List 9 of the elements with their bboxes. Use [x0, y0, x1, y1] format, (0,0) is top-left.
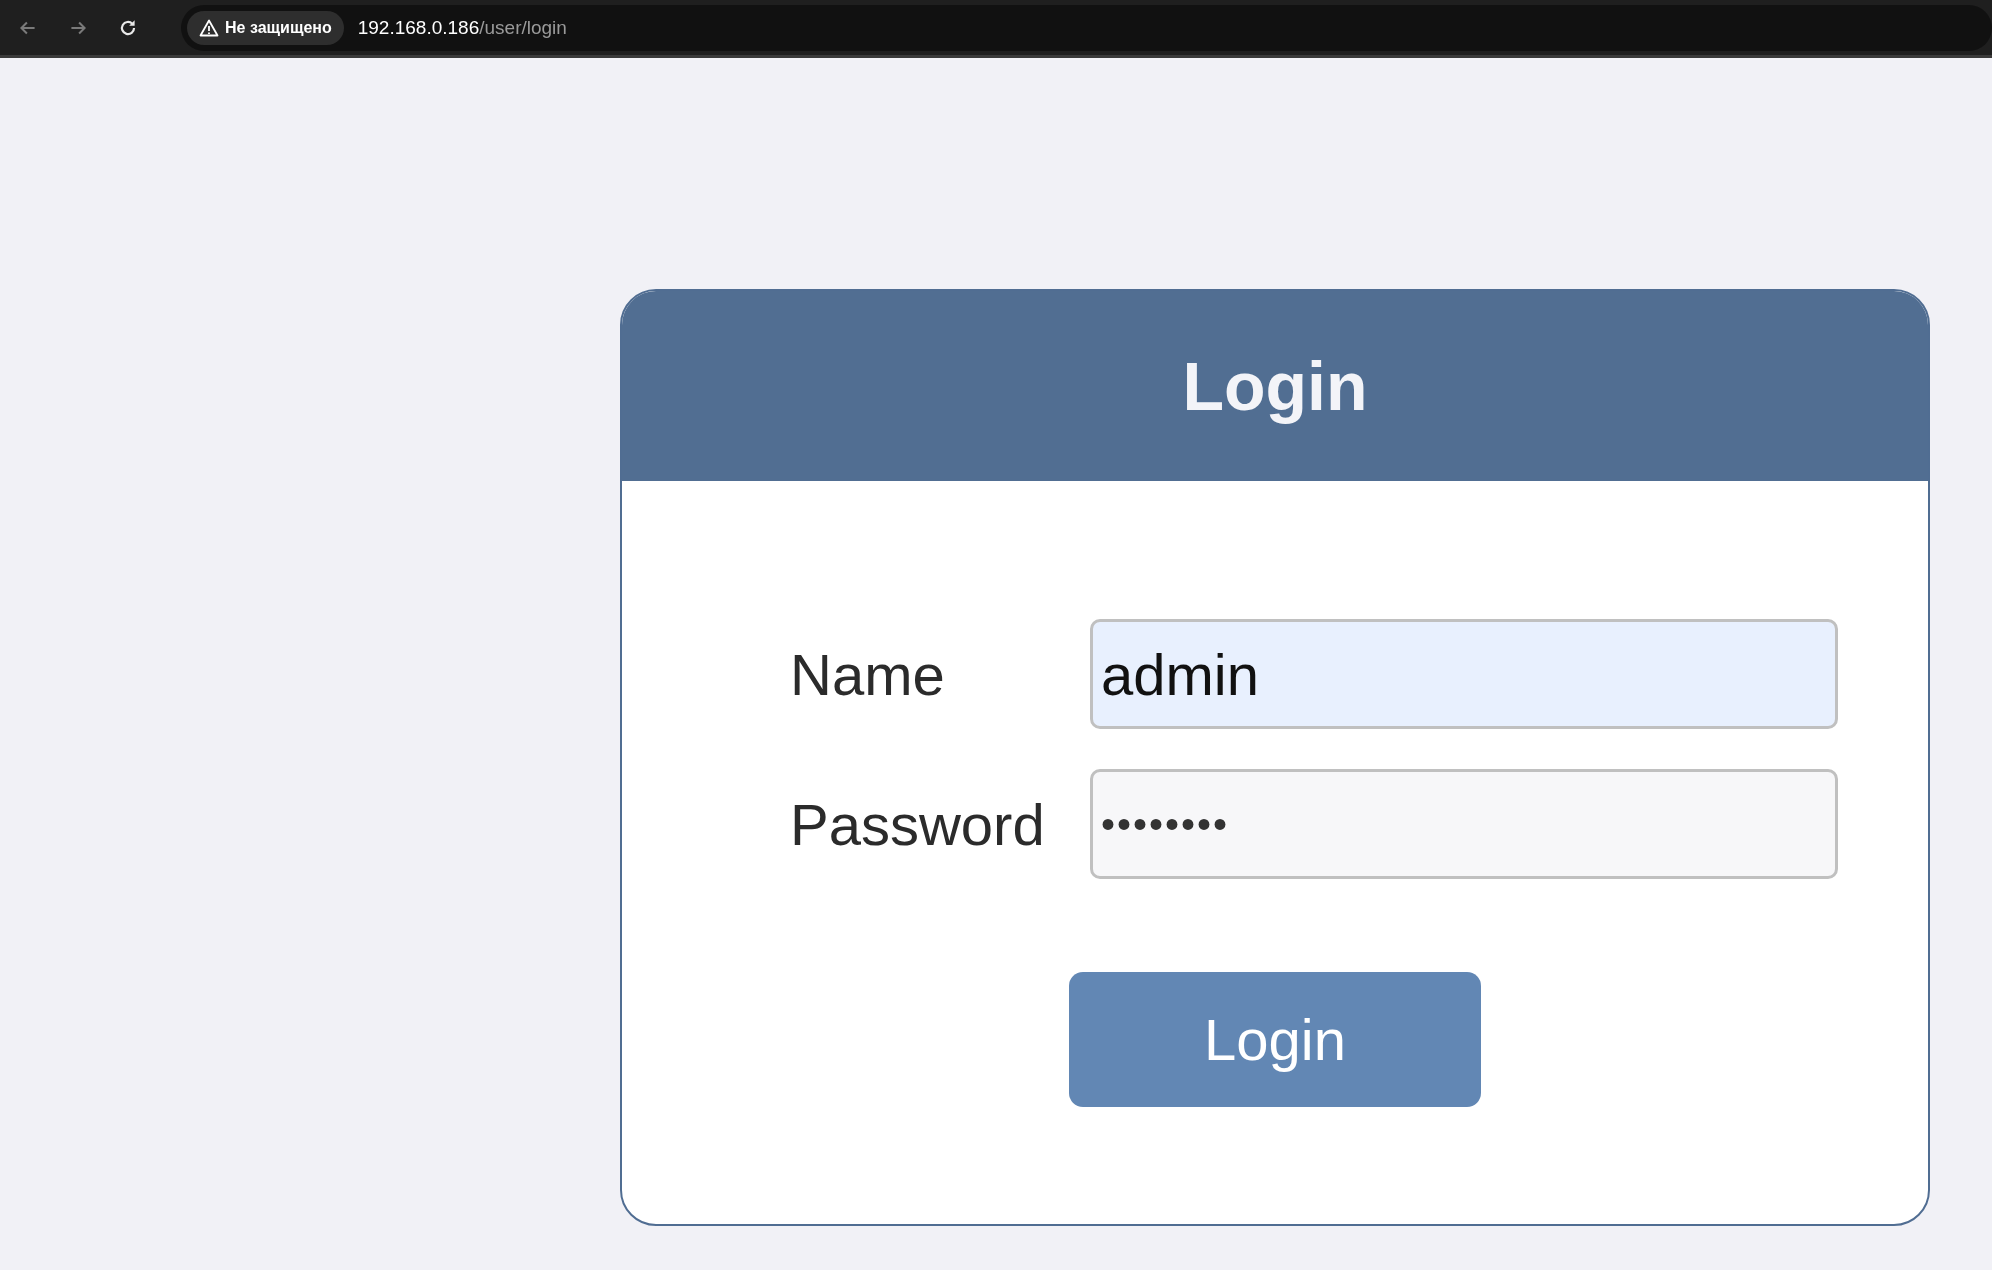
field-label: Password [790, 790, 1046, 858]
security-badge[interactable]: Не защищено [187, 10, 344, 45]
field-label: Name [790, 640, 946, 708]
input-field[interactable]: admin [1090, 619, 1838, 729]
login-title: Login [1182, 347, 1368, 425]
url-text[interactable]: 192.168.0.186/user/login [357, 16, 567, 39]
login-button[interactable]: Login [1069, 972, 1481, 1107]
warning-icon [199, 18, 219, 37]
input-field[interactable]: •••••••• [1090, 769, 1838, 879]
